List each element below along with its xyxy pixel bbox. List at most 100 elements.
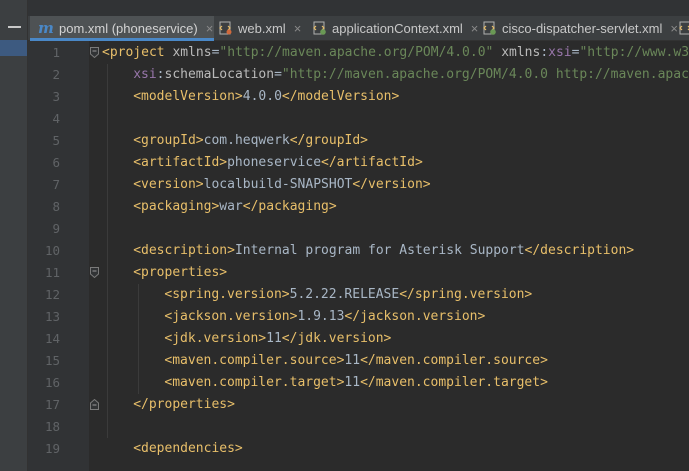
code-line[interactable]: 9 [28, 218, 689, 240]
close-icon[interactable]: × [294, 21, 302, 36]
code-line[interactable]: 6 <artifactId>phoneservice</artifactId> [28, 152, 689, 174]
line-number: 10 [44, 243, 60, 258]
code-token: <project [102, 45, 173, 60]
code-text: <jdk.version>11</jdk.version> [164, 328, 391, 350]
line-number: 8 [52, 199, 60, 214]
code-token: 11 [344, 375, 361, 390]
line-number: 9 [52, 221, 60, 236]
close-icon[interactable]: × [471, 21, 479, 36]
code-text: <dependencies> [133, 438, 243, 460]
tab-pom-xml[interactable]: m pom.xml (phoneservice) × [30, 16, 214, 41]
line-number: 5 [52, 133, 60, 148]
code-line[interactable]: 15 <maven.compiler.source>11</maven.compi… [28, 350, 689, 372]
code-token: localbuild-SNAPSHOT [203, 177, 353, 192]
code-text: <packaging>war</packaging> [133, 196, 337, 218]
code-line[interactable]: 2 xsi:schemaLocation="http://maven.apache… [28, 64, 689, 86]
tab-label: web.xml [238, 20, 286, 36]
line-number: 11 [44, 265, 60, 280]
code-token: <dependencies> [133, 441, 243, 456]
code-token: xmlns [172, 45, 212, 60]
code-text: xsi:schemaLocation="http://maven.apache.… [133, 64, 689, 86]
tab-label: cisco-dispatcher-servlet.xml [502, 20, 663, 36]
hide-panel-icon[interactable] [8, 26, 21, 28]
code-token: : [540, 45, 549, 60]
window-top-strip [28, 0, 689, 16]
code-line[interactable]: 11 <properties> [28, 262, 689, 284]
code-line[interactable]: 10 <description>Internal program for Aste… [28, 240, 689, 262]
code-token: <groupId> [133, 133, 204, 148]
line-number: 12 [44, 287, 60, 302]
code-token: </modelVersion> [281, 89, 400, 104]
project-tool-selection[interactable] [0, 40, 28, 56]
code-text: <description>Internal program for Asteri… [133, 240, 634, 262]
code-token: : [156, 67, 165, 82]
code-token: com.heqwerk [203, 133, 290, 148]
code-token: <spring.version> [164, 287, 290, 302]
line-number: 7 [52, 177, 60, 192]
code-line[interactable]: 17 </properties> [28, 394, 689, 416]
spring-xml-icon [482, 21, 497, 35]
editor-tab-bar: m pom.xml (phoneservice) × web.xml × app… [28, 16, 689, 41]
code-token: </packaging> [242, 199, 337, 214]
code-token: </version> [352, 177, 431, 192]
xml-file-icon [218, 21, 233, 35]
fold-end-icon[interactable] [90, 399, 99, 410]
code-token: <properties> [133, 265, 228, 280]
line-number: 13 [44, 309, 60, 324]
code-text: <maven.compiler.target>11</maven.compile… [164, 372, 548, 394]
line-number: 14 [44, 331, 60, 346]
tab-web-xml[interactable]: web.xml × [216, 16, 301, 40]
code-text: </properties> [133, 394, 235, 416]
code-line[interactable]: 19 <dependencies> [28, 438, 689, 460]
tab-cisco-dispatcher[interactable]: cisco-dispatcher-servlet.xml × [480, 16, 678, 40]
line-number: 16 [44, 375, 60, 390]
code-line[interactable]: 4 [28, 108, 689, 130]
code-token: <jdk.version> [164, 331, 267, 346]
code-line[interactable]: 14 <jdk.version>11</jdk.version> [28, 328, 689, 350]
code-token: <maven.compiler.target> [164, 375, 345, 390]
code-token: </maven.compiler.target> [360, 375, 548, 390]
code-token: phoneservice [227, 155, 322, 170]
code-text: <groupId>com.heqwerk</groupId> [133, 130, 368, 152]
code-line[interactable]: 18 [28, 416, 689, 438]
fold-start-icon[interactable] [90, 47, 99, 58]
indent-guide [138, 284, 140, 394]
code-editor[interactable]: 1 <project xmlns="http://maven.apache.org… [28, 41, 689, 471]
tab-overflow[interactable] [676, 16, 689, 40]
code-line[interactable]: 16 <maven.compiler.target>11</maven.compi… [28, 372, 689, 394]
code-line[interactable]: 3 <modelVersion>4.0.0</modelVersion> [28, 86, 689, 108]
code-token: 4.0.0 [242, 89, 282, 104]
code-line[interactable]: 7 <version>localbuild-SNAPSHOT</version> [28, 174, 689, 196]
code-text: <spring.version>5.2.22.RELEASE</spring.v… [164, 284, 532, 306]
code-text: <version>localbuild-SNAPSHOT</version> [133, 174, 430, 196]
code-token: <modelVersion> [133, 89, 243, 104]
code-token: "http://maven.apache.org/POM/4.0.0 http:… [281, 67, 689, 82]
code-token: 11 [266, 331, 282, 346]
xml-file-icon [678, 21, 689, 35]
code-token: = [274, 67, 282, 82]
code-token: </properties> [133, 397, 235, 412]
fold-start-icon[interactable] [90, 267, 99, 278]
code-token: </description> [524, 243, 635, 258]
code-token: <artifactId> [133, 155, 228, 170]
indent-guide [107, 64, 109, 438]
code-token: </jackson.version> [344, 309, 486, 324]
line-number: 3 [52, 89, 60, 104]
code-line[interactable]: 8 <packaging>war</packaging> [28, 196, 689, 218]
tab-label: pom.xml (phoneservice) [59, 20, 198, 36]
code-line[interactable]: 5 <groupId>com.heqwerk</groupId> [28, 130, 689, 152]
line-number: 18 [44, 419, 60, 434]
close-icon[interactable]: × [206, 21, 214, 36]
code-text: <project xmlns="http://maven.apache.org/… [102, 42, 689, 64]
line-number: 6 [52, 155, 60, 170]
code-line[interactable]: 13 <jackson.version>1.9.13</jackson.versi… [28, 306, 689, 328]
tab-application-context[interactable]: applicationContext.xml × [310, 16, 478, 40]
code-token: xsi [133, 67, 157, 82]
code-text: <jackson.version>1.9.13</jackson.version… [164, 306, 485, 328]
line-number: 17 [44, 397, 60, 412]
code-token: <version> [133, 177, 204, 192]
code-text: <artifactId>phoneservice</artifactId> [133, 152, 423, 174]
code-line[interactable]: 1 <project xmlns="http://maven.apache.org… [28, 42, 689, 64]
code-line[interactable]: 12 <spring.version>5.2.22.RELEASE</spring… [28, 284, 689, 306]
